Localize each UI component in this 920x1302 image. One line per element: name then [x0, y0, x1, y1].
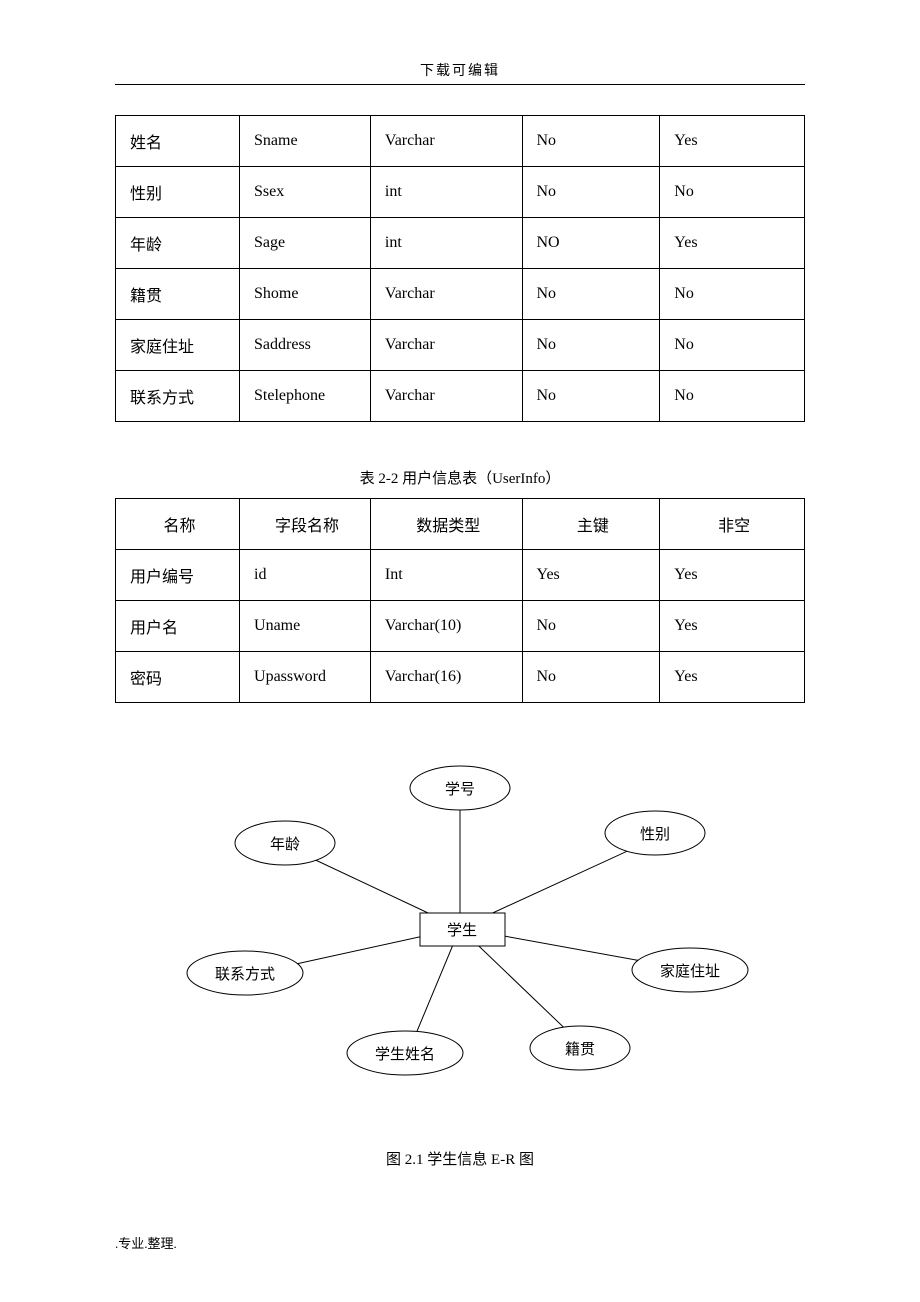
table-cell: Yes — [660, 116, 805, 167]
table-cell: NO — [522, 218, 660, 269]
table-cell: 联系方式 — [116, 371, 240, 422]
table-cell: Ssex — [240, 167, 371, 218]
table-cell: 家庭住址 — [116, 320, 240, 371]
table-cell: Uname — [240, 601, 371, 652]
table-cell: Yes — [660, 652, 805, 703]
table-cell: 籍贯 — [116, 269, 240, 320]
erd-attribute-label: 籍贯 — [565, 1041, 595, 1058]
table-cell: Yes — [660, 601, 805, 652]
table-cell: Sage — [240, 218, 371, 269]
table-cell: 姓名 — [116, 116, 240, 167]
table-row: 用户名UnameVarchar(10)NoYes — [116, 601, 805, 652]
user-info-table: 名称 字段名称 数据类型 主键 非空 用户编号idIntYesYes用户名Una… — [115, 498, 805, 703]
table-cell: No — [522, 116, 660, 167]
erd-attribute-label: 性别 — [640, 826, 670, 843]
table-row: 姓名SnameVarcharNoYes — [116, 116, 805, 167]
table-cell: Sname — [240, 116, 371, 167]
table-cell: Shome — [240, 269, 371, 320]
table-row: 联系方式StelephoneVarcharNoNo — [116, 371, 805, 422]
table-cell: Varchar(16) — [370, 652, 522, 703]
erd-attribute-label: 年龄 — [270, 836, 300, 853]
erd-entity-label: 学生 — [447, 922, 477, 939]
table-cell: int — [370, 167, 522, 218]
table-cell: Varchar — [370, 269, 522, 320]
table-row: 密码UpasswordVarchar(16)NoYes — [116, 652, 805, 703]
table-cell: 密码 — [116, 652, 240, 703]
table2-header-notnull: 非空 — [660, 499, 805, 550]
table2-header-name: 名称 — [116, 499, 240, 550]
table-cell: id — [240, 550, 371, 601]
diagram-caption: 图 2.1 学生信息 E-R 图 — [115, 1148, 805, 1169]
table-cell: 年龄 — [116, 218, 240, 269]
table-row: 性别SsexintNoNo — [116, 167, 805, 218]
table-cell: No — [660, 371, 805, 422]
table-cell: No — [522, 320, 660, 371]
table2-header-pk: 主键 — [522, 499, 660, 550]
erd-attribute-label: 家庭住址 — [660, 963, 720, 980]
table-row: 籍贯ShomeVarcharNoNo — [116, 269, 805, 320]
table-cell: Yes — [660, 218, 805, 269]
page-header: 下载可编辑 — [115, 60, 805, 80]
table-cell: 性别 — [116, 167, 240, 218]
table2-caption: 表 2-2 用户信息表（UserInfo） — [115, 467, 805, 488]
table-cell: No — [522, 371, 660, 422]
table-cell: Varchar — [370, 320, 522, 371]
table-cell: Yes — [522, 550, 660, 601]
table-cell: 用户名 — [116, 601, 240, 652]
table-cell: No — [660, 320, 805, 371]
erd-attribute-label: 联系方式 — [215, 966, 275, 983]
table-row: 用户编号idIntYesYes — [116, 550, 805, 601]
header-divider — [115, 84, 805, 85]
table-cell: Varchar — [370, 116, 522, 167]
table-cell: 用户编号 — [116, 550, 240, 601]
table-cell: Yes — [660, 550, 805, 601]
table-cell: No — [522, 167, 660, 218]
table-cell: Saddress — [240, 320, 371, 371]
table-cell: int — [370, 218, 522, 269]
student-info-table: 姓名SnameVarcharNoYes性别SsexintNoNo年龄Sagein… — [115, 115, 805, 422]
table-row: 家庭住址SaddressVarcharNoNo — [116, 320, 805, 371]
table-cell: Upassword — [240, 652, 371, 703]
table-row: 年龄SageintNOYes — [116, 218, 805, 269]
table-cell: No — [660, 167, 805, 218]
table-cell: Varchar(10) — [370, 601, 522, 652]
erd-attribute-label: 学生姓名 — [375, 1046, 435, 1063]
table-cell: Int — [370, 550, 522, 601]
table-cell: No — [660, 269, 805, 320]
table-cell: Stelephone — [240, 371, 371, 422]
table-cell: No — [522, 652, 660, 703]
table-cell: No — [522, 601, 660, 652]
table2-header-field: 字段名称 — [240, 499, 371, 550]
table2-header-type: 数据类型 — [370, 499, 522, 550]
erd-attribute-label: 学号 — [445, 781, 475, 798]
table-cell: Varchar — [370, 371, 522, 422]
table-cell: No — [522, 269, 660, 320]
er-diagram: 学生 学号 性别 家庭住址 籍贯 学生姓名 联系方式 年龄 — [115, 748, 805, 1128]
page-footer: .专业.整理. — [115, 1233, 177, 1252]
